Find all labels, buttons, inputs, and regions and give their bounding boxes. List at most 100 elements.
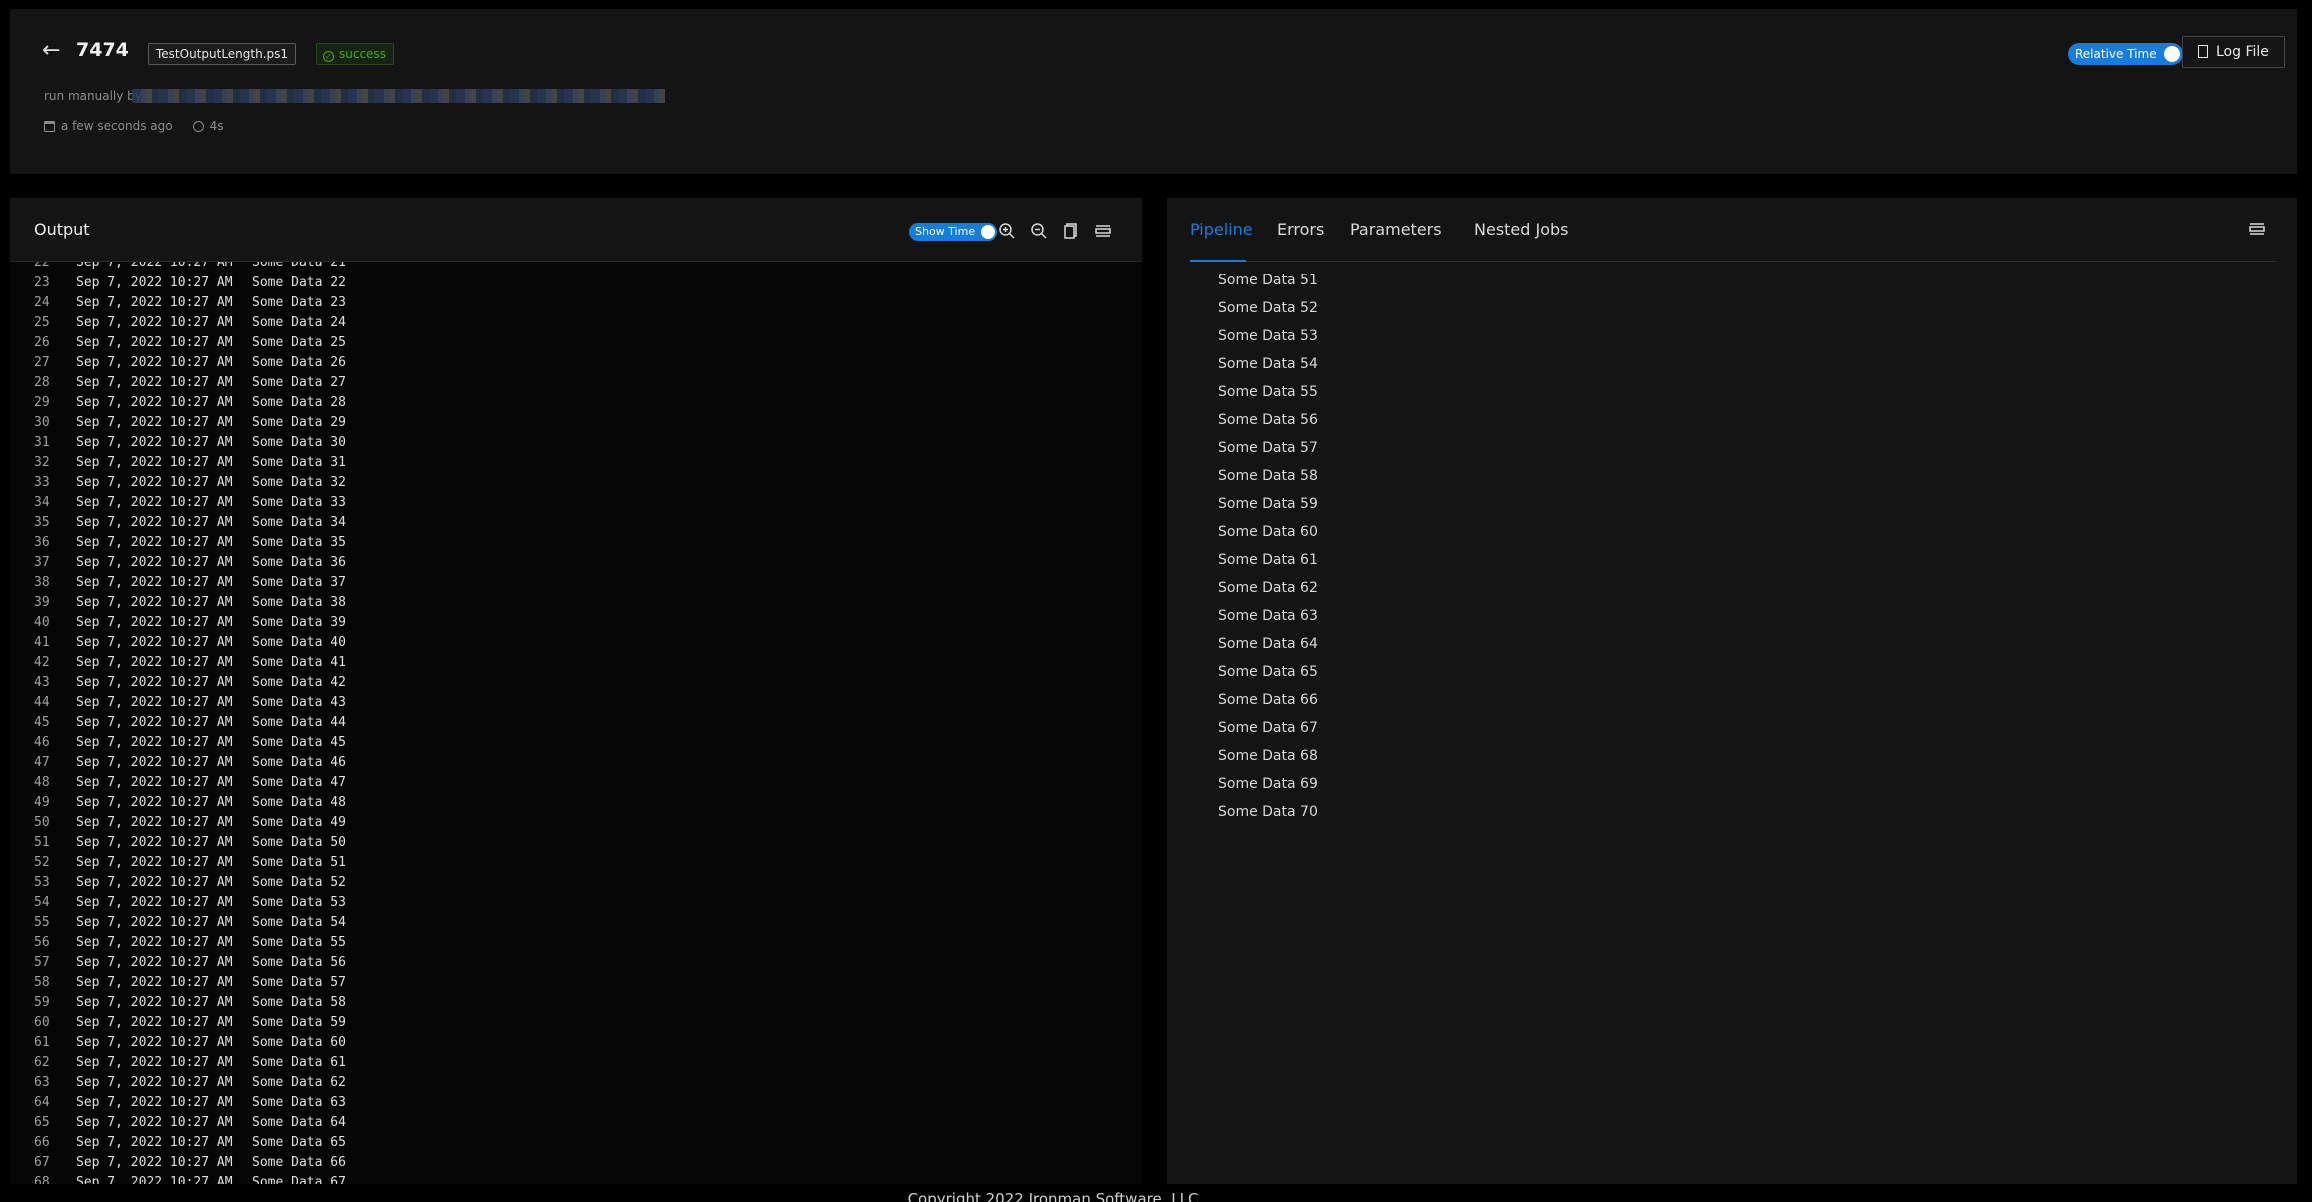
- line-timestamp: Sep 7, 2022 10:27 AM: [76, 655, 233, 670]
- line-text: Some Data 40: [252, 635, 346, 650]
- log-line: 39 Sep 7, 2022 10:27 AM Some Data 38: [10, 593, 1142, 613]
- line-number: 59: [34, 995, 50, 1010]
- log-line: 63 Sep 7, 2022 10:27 AM Some Data 62: [10, 1073, 1142, 1093]
- line-timestamp: Sep 7, 2022 10:27 AM: [76, 1035, 233, 1050]
- log-line: 56 Sep 7, 2022 10:27 AM Some Data 55: [10, 933, 1142, 953]
- line-number: 30: [34, 415, 50, 430]
- line-number: 25: [34, 315, 50, 330]
- toggle-knob: [2163, 46, 2180, 62]
- menu-icon[interactable]: [2248, 220, 2266, 238]
- line-text: Some Data 56: [252, 955, 346, 970]
- copy-icon[interactable]: [1062, 222, 1080, 240]
- line-number: 24: [34, 295, 50, 310]
- line-number: 57: [34, 955, 50, 970]
- line-timestamp: Sep 7, 2022 10:27 AM: [76, 795, 233, 810]
- output-panel: Output Show Time 22 Sep 7, 2022 10:27 AM S…: [10, 198, 1142, 1184]
- line-number: 46: [34, 735, 50, 750]
- line-timestamp: Sep 7, 2022 10:27 AM: [76, 775, 233, 790]
- list-item: Some Data 53: [1218, 328, 1318, 344]
- list-item: Some Data 57: [1218, 440, 1318, 456]
- check-circle-icon: ✓: [323, 51, 334, 62]
- line-text: Some Data 64: [252, 1115, 346, 1130]
- line-timestamp: Sep 7, 2022 10:27 AM: [76, 615, 233, 630]
- status-text: success: [339, 47, 386, 61]
- line-number: 23: [34, 275, 50, 290]
- line-number: 65: [34, 1115, 50, 1130]
- line-text: Some Data 54: [252, 915, 346, 930]
- show-time-toggle[interactable]: Show Time: [909, 223, 998, 241]
- line-text: Some Data 52: [252, 875, 346, 890]
- line-number: 63: [34, 1075, 50, 1090]
- line-number: 36: [34, 535, 50, 550]
- line-number: 67: [34, 1155, 50, 1170]
- line-number: 53: [34, 875, 50, 890]
- line-text: Some Data 60: [252, 1035, 346, 1050]
- log-line: 60 Sep 7, 2022 10:27 AM Some Data 59: [10, 1013, 1142, 1033]
- relative-time-toggle[interactable]: Relative Time: [2068, 43, 2183, 65]
- log-line: 57 Sep 7, 2022 10:27 AM Some Data 56: [10, 953, 1142, 973]
- log-line: 49 Sep 7, 2022 10:27 AM Some Data 48: [10, 793, 1142, 813]
- line-text: Some Data 28: [252, 395, 346, 410]
- line-text: Some Data 49: [252, 815, 346, 830]
- line-text: Some Data 30: [252, 435, 346, 450]
- script-name-tag: TestOutputLength.ps1: [148, 43, 297, 65]
- log-line: 47 Sep 7, 2022 10:27 AM Some Data 46: [10, 753, 1142, 773]
- line-text: Some Data 29: [252, 415, 346, 430]
- line-text: Some Data 42: [252, 675, 346, 690]
- tab-parameters[interactable]: Parameters: [1350, 220, 1442, 239]
- line-timestamp: Sep 7, 2022 10:27 AM: [76, 435, 233, 450]
- line-text: Some Data 46: [252, 755, 346, 770]
- line-text: Some Data 35: [252, 535, 346, 550]
- line-timestamp: Sep 7, 2022 10:27 AM: [76, 675, 233, 690]
- log-line: 35 Sep 7, 2022 10:27 AM Some Data 34: [10, 513, 1142, 533]
- tab-pipeline[interactable]: Pipeline: [1190, 220, 1253, 239]
- line-timestamp: Sep 7, 2022 10:27 AM: [76, 895, 233, 910]
- log-line: 23 Sep 7, 2022 10:27 AM Some Data 22: [10, 273, 1142, 293]
- line-timestamp: Sep 7, 2022 10:27 AM: [76, 535, 233, 550]
- line-timestamp: Sep 7, 2022 10:27 AM: [76, 1075, 233, 1090]
- line-timestamp: Sep 7, 2022 10:27 AM: [76, 635, 233, 650]
- list-item: Some Data 54: [1218, 356, 1318, 372]
- tab-nested-jobs[interactable]: Nested Jobs: [1474, 220, 1569, 239]
- line-timestamp: Sep 7, 2022 10:27 AM: [76, 1015, 233, 1030]
- line-number: 34: [34, 495, 50, 510]
- clock-icon: [192, 120, 204, 132]
- status-badge: ✓ success: [316, 43, 394, 65]
- log-line: 46 Sep 7, 2022 10:27 AM Some Data 45: [10, 733, 1142, 753]
- log-line: 43 Sep 7, 2022 10:27 AM Some Data 42: [10, 673, 1142, 693]
- line-number: 26: [34, 335, 50, 350]
- pipeline-output-list: Some Data 51 Some Data 52 Some Data 53 Some…: [1218, 274, 1818, 1034]
- list-item: Some Data 51: [1218, 274, 1318, 288]
- line-timestamp: Sep 7, 2022 10:27 AM: [76, 555, 233, 570]
- line-timestamp: Sep 7, 2022 10:27 AM: [76, 935, 233, 950]
- list-item: Some Data 60: [1218, 524, 1318, 540]
- line-number: 22: [34, 262, 50, 270]
- list-item: Some Data 59: [1218, 496, 1318, 512]
- wrap-lines-icon[interactable]: [1094, 222, 1112, 240]
- line-timestamp: Sep 7, 2022 10:27 AM: [76, 575, 233, 590]
- line-timestamp: Sep 7, 2022 10:27 AM: [76, 1055, 233, 1070]
- details-tabs: Pipeline Errors Parameters Nested Jobs: [1190, 198, 2276, 262]
- line-text: Some Data 53: [252, 895, 346, 910]
- line-timestamp: Sep 7, 2022 10:27 AM: [76, 335, 233, 350]
- line-timestamp: Sep 7, 2022 10:27 AM: [76, 715, 233, 730]
- line-timestamp: Sep 7, 2022 10:27 AM: [76, 595, 233, 610]
- line-number: 39: [34, 595, 50, 610]
- line-timestamp: Sep 7, 2022 10:27 AM: [76, 415, 233, 430]
- zoom-in-icon[interactable]: [998, 222, 1016, 240]
- log-line: 31 Sep 7, 2022 10:27 AM Some Data 30: [10, 433, 1142, 453]
- log-output[interactable]: 22 Sep 7, 2022 10:27 AM Some Data 21 23 Sep …: [10, 262, 1142, 1184]
- back-arrow-icon[interactable]: ←: [42, 40, 62, 62]
- log-line: 37 Sep 7, 2022 10:27 AM Some Data 36: [10, 553, 1142, 573]
- line-text: Some Data 66: [252, 1155, 346, 1170]
- tab-errors[interactable]: Errors: [1277, 220, 1324, 239]
- line-timestamp: Sep 7, 2022 10:27 AM: [76, 695, 233, 710]
- output-title: Output: [34, 220, 90, 239]
- line-number: 68: [34, 1175, 50, 1184]
- line-text: Some Data 43: [252, 695, 346, 710]
- line-text: Some Data 34: [252, 515, 346, 530]
- list-item: Some Data 69: [1218, 776, 1318, 792]
- zoom-out-icon[interactable]: [1030, 222, 1048, 240]
- log-file-button[interactable]: Log File: [2182, 36, 2285, 68]
- pipeline-items: Some Data 51 Some Data 52 Some Data 53 Some…: [1218, 274, 1818, 826]
